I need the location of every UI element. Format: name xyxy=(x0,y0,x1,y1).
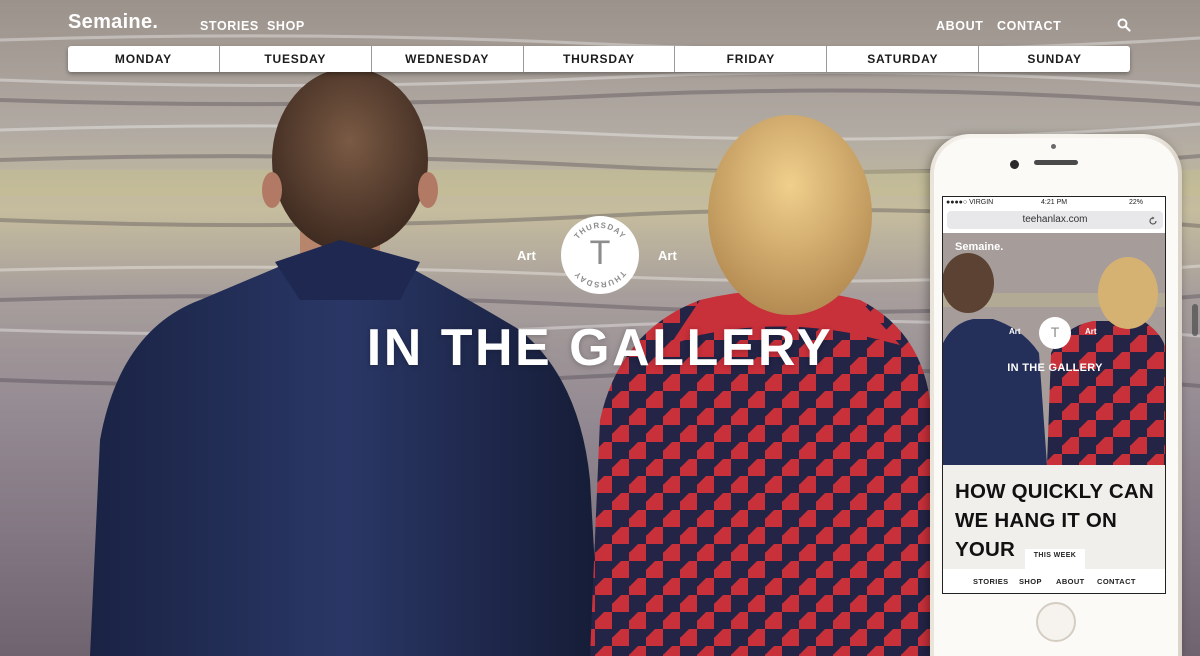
browser-url-bar[interactable]: teehanlax.com xyxy=(947,211,1163,229)
phone-hero-title[interactable]: IN THE GALLERY xyxy=(943,362,1165,374)
front-camera-icon xyxy=(1010,160,1019,169)
this-week-tab[interactable]: THIS WEEK xyxy=(1025,549,1085,569)
search-icon[interactable] xyxy=(1117,18,1131,32)
badge-letter: T xyxy=(589,234,611,272)
tab-tuesday[interactable]: TUESDAY xyxy=(220,46,372,72)
proximity-sensor xyxy=(1051,144,1056,149)
phone-mockup: ●●●●○ VIRGIN 4:21 PM 22% teehanlax.com S… xyxy=(930,134,1182,656)
phone-nav-shop[interactable]: SHOP xyxy=(1019,577,1042,586)
tab-thursday[interactable]: THURSDAY xyxy=(524,46,676,72)
phone-nav-about[interactable]: ABOUT xyxy=(1056,577,1085,586)
url-text: teehanlax.com xyxy=(1022,214,1088,225)
status-battery: 22% xyxy=(1129,199,1144,206)
weekday-tabs: MONDAY TUESDAY WEDNESDAY THURSDAY FRIDAY… xyxy=(68,46,1130,72)
phone-nav-contact[interactable]: CONTACT xyxy=(1097,577,1136,586)
tab-sunday[interactable]: SUNDAY xyxy=(979,46,1130,72)
tab-wednesday[interactable]: WEDNESDAY xyxy=(372,46,524,72)
reload-icon[interactable] xyxy=(1148,215,1158,225)
nav-link-stories[interactable]: STORIES xyxy=(200,19,259,33)
category-label-right[interactable]: Art xyxy=(658,248,677,263)
phone-logo[interactable]: Semaine. xyxy=(955,241,1003,253)
page-scrollbar[interactable] xyxy=(1192,304,1198,336)
phone-bottom-nav: STORIES SHOP ABOUT CONTACT xyxy=(943,569,1165,593)
nav-link-contact[interactable]: CONTACT xyxy=(997,19,1061,33)
tab-monday[interactable]: MONDAY xyxy=(68,46,220,72)
phone-badge-letter: T xyxy=(1050,324,1060,340)
tab-friday[interactable]: FRIDAY xyxy=(675,46,828,72)
phone-thursday-badge: T xyxy=(1039,317,1071,349)
top-navigation: Semaine. STORIES SHOP ABOUT CONTACT xyxy=(0,0,1200,46)
tab-saturday[interactable]: SATURDAY xyxy=(827,46,980,72)
phone-status-bar: ●●●●○ VIRGIN 4:21 PM 22% xyxy=(943,197,1165,209)
speaker-grille xyxy=(1034,160,1078,165)
nav-link-shop[interactable]: SHOP xyxy=(267,19,305,33)
hero-title[interactable]: IN THE GALLERY xyxy=(300,318,900,378)
phone-article-preview: HOW QUICKLY CAN WE HANG IT ON YOUR THIS … xyxy=(943,465,1165,593)
thursday-badge: THURSDAY THURSDAY T xyxy=(561,216,639,294)
status-carrier: ●●●●○ VIRGIN xyxy=(946,199,994,206)
phone-screen: ●●●●○ VIRGIN 4:21 PM 22% teehanlax.com S… xyxy=(942,196,1166,594)
site-logo[interactable]: Semaine. xyxy=(68,11,158,34)
phone-nav-stories[interactable]: STORIES xyxy=(973,577,1009,586)
home-button[interactable] xyxy=(1036,602,1076,642)
status-time: 4:21 PM xyxy=(1041,199,1068,206)
category-label-left[interactable]: Art xyxy=(517,248,536,263)
nav-link-about[interactable]: ABOUT xyxy=(936,19,983,33)
phone-category-left[interactable]: Art xyxy=(1009,327,1021,336)
phone-hero-image: Semaine. Art T Art IN THE GALLERY xyxy=(943,233,1165,465)
phone-category-right[interactable]: Art xyxy=(1085,327,1097,336)
